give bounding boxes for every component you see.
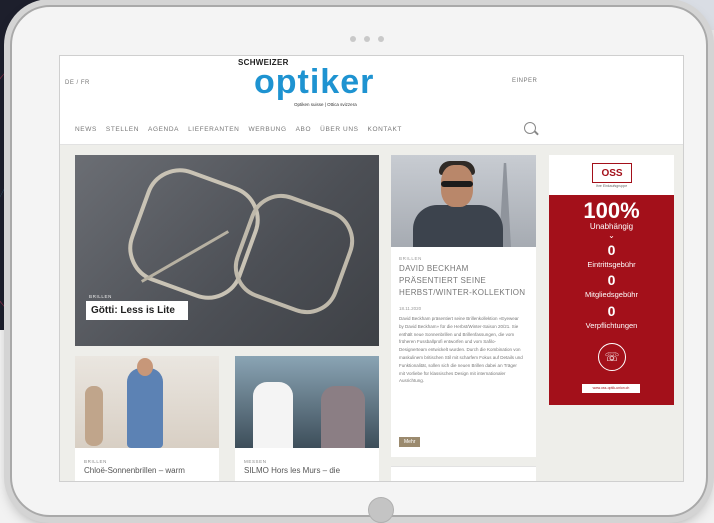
- ad-percentage: 100%: [583, 198, 640, 223]
- hero-title[interactable]: Götti: Less is Lite: [86, 301, 188, 320]
- next-article-card[interactable]: [391, 466, 536, 481]
- logo-wordmark: optiker: [254, 63, 375, 101]
- logo-subtitle: Optiken suisse | Ottica svizzera: [294, 102, 357, 107]
- ad-tagline: Ihre Einkaufsgruppe: [595, 184, 628, 188]
- nav-item-abo[interactable]: ABO: [296, 126, 312, 133]
- ad-label: Verpflichtungen: [585, 321, 638, 330]
- nav-item-lieferanten[interactable]: LIEFERANTEN: [188, 126, 239, 133]
- card-image: [75, 356, 219, 448]
- chat-icon: ☏: [598, 343, 626, 371]
- ad-label: Mitgliedsgebühr: [585, 290, 638, 299]
- hero-category: BRILLEN: [89, 294, 112, 299]
- login-link[interactable]: EINPER: [512, 78, 537, 84]
- more-button[interactable]: Mehr: [399, 437, 421, 447]
- ad-independent: Unabhängig: [589, 222, 634, 231]
- card-image: [235, 356, 379, 448]
- chevron-down-icon: ⌄: [608, 231, 615, 240]
- nav-item-news[interactable]: NEWS: [75, 126, 97, 133]
- article-date: 18.11.2020: [399, 306, 422, 311]
- home-button[interactable]: [368, 497, 394, 523]
- nav-item-ueber-uns[interactable]: ÜBER UNS: [320, 126, 358, 133]
- search-icon[interactable]: [524, 122, 536, 134]
- site-logo[interactable]: SCHWEIZER optiker Optiken suisse | Ottic…: [238, 58, 378, 108]
- article-card[interactable]: BRILLEN Chloë-Sonnenbrillen – warm: [75, 356, 219, 481]
- ad-label: Eintrittsgebühr: [587, 260, 636, 269]
- article-title[interactable]: DAVID BECKHAM PRÄSENTIERT SEINE HERBST/W…: [399, 263, 529, 299]
- ad-number: 0: [607, 242, 616, 258]
- language-switch[interactable]: DE / FR: [65, 80, 90, 86]
- featured-article: BRILLEN DAVID BECKHAM PRÄSENTIERT SEINE …: [391, 155, 536, 457]
- camera-dots: [350, 36, 384, 42]
- nav-item-werbung[interactable]: WERBUNG: [248, 126, 286, 133]
- card-title[interactable]: Chloë-Sonnenbrillen – warm: [84, 466, 185, 475]
- article-card[interactable]: MESSEN SILMO Hors les Murs – die: [235, 356, 379, 481]
- card-category: BRILLEN: [84, 459, 107, 464]
- article-category: BRILLEN: [399, 256, 422, 261]
- nav-item-stellen[interactable]: STELLEN: [106, 126, 139, 133]
- oss-advertisement[interactable]: OSS Ihre Einkaufsgruppe 100% Unabhängig …: [549, 155, 674, 405]
- oss-logo: OSS: [592, 163, 632, 183]
- ad-number: 0: [607, 272, 616, 288]
- nav-item-kontakt[interactable]: KONTAKT: [368, 126, 402, 133]
- card-title[interactable]: SILMO Hors les Murs – die: [244, 466, 340, 475]
- article-image[interactable]: [391, 155, 536, 247]
- ad-number: 0: [607, 303, 616, 319]
- main-nav: NEWS STELLEN AGENDA LIEFERANTEN WERBUNG …: [75, 126, 402, 133]
- ad-url[interactable]: www.oss-optik-union.ch: [582, 384, 640, 393]
- article-body: David Beckham präsentiert seine Brillenk…: [399, 316, 523, 384]
- tablet-screen: DE / FR SCHWEIZER optiker Optiken suisse…: [59, 55, 684, 482]
- card-category: MESSEN: [244, 459, 267, 464]
- nav-item-agenda[interactable]: AGENDA: [148, 126, 179, 133]
